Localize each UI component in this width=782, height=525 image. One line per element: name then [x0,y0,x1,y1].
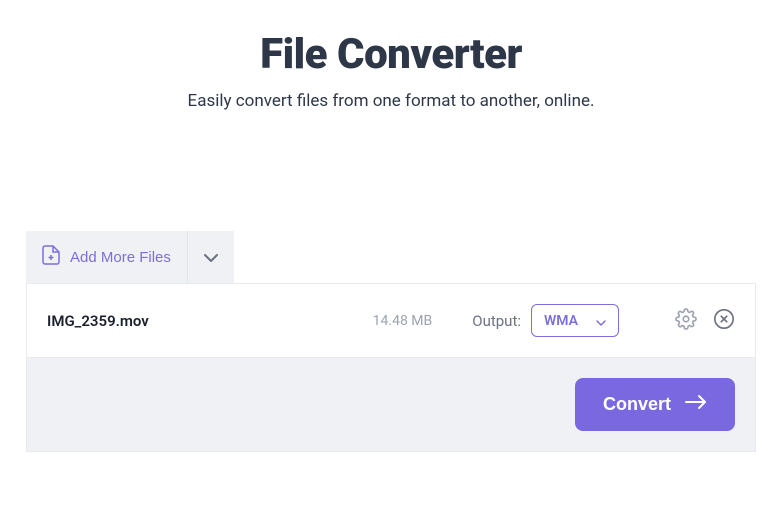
remove-file-button[interactable] [713,308,735,333]
header: File Converter Easily convert files from… [0,0,782,111]
output-label: Output: [472,312,521,330]
files-area: Add More Files IMG_2359.mov 14.48 MB Out… [26,231,756,452]
file-row: IMG_2359.mov 14.48 MB Output: WMA [26,283,756,358]
footer-bar: Convert [26,358,756,452]
file-name: IMG_2359.mov [47,312,373,330]
add-more-files-button[interactable]: Add More Files [26,231,188,283]
convert-button-label: Convert [603,394,671,415]
add-files-bar: Add More Files [26,231,234,283]
add-more-files-label: Add More Files [70,249,171,266]
page-subtitle: Easily convert files from one format to … [20,91,762,111]
file-size: 14.48 MB [373,313,433,329]
add-files-dropdown-button[interactable] [188,231,234,283]
chevron-down-icon [204,250,218,265]
gear-icon [675,308,697,333]
arrow-right-icon [685,394,707,415]
format-select[interactable]: WMA [531,304,619,337]
settings-button[interactable] [675,308,697,333]
convert-button[interactable]: Convert [575,378,735,431]
chevron-down-icon [596,311,606,330]
format-select-value: WMA [544,313,578,329]
file-add-icon [42,245,60,269]
page-title: File Converter [20,30,762,79]
close-icon [713,308,735,333]
